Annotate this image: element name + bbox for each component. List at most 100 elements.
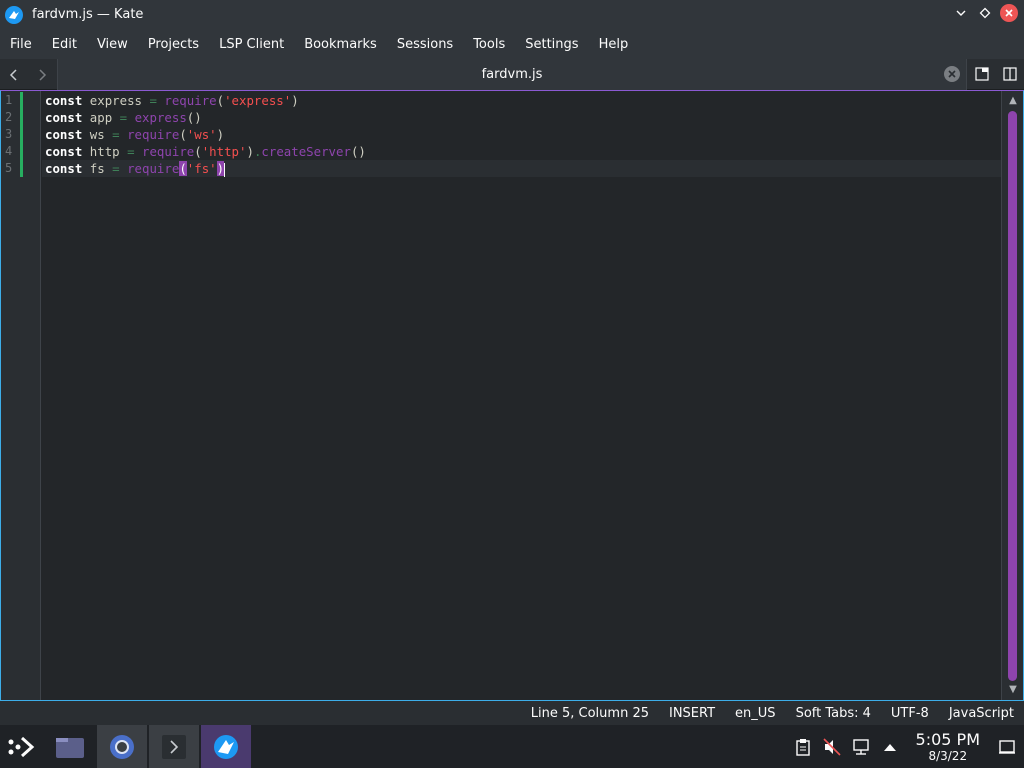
code-line[interactable]: const http = require('http').createServe…	[45, 143, 366, 160]
back-arrow-icon[interactable]	[4, 65, 24, 85]
encoding-selector[interactable]: UTF-8	[891, 706, 929, 721]
scrollbar-handle[interactable]	[1008, 111, 1017, 681]
menu-view[interactable]: View	[97, 37, 138, 52]
code-token: )	[246, 144, 254, 159]
volume-muted-icon[interactable]	[822, 737, 841, 756]
dictionary-selector[interactable]: en_US	[735, 706, 776, 721]
kate-icon	[214, 734, 238, 759]
menu-settings[interactable]: Settings	[525, 37, 588, 52]
code-token: =	[112, 161, 120, 176]
editor-view[interactable]: 1 2 3 4 5 const express = require('expre…	[0, 90, 1024, 701]
menu-file[interactable]: File	[10, 37, 42, 52]
code-token: express	[82, 93, 150, 108]
clipboard-icon[interactable]	[794, 738, 812, 756]
cursor-position[interactable]: Line 5, Column 25	[531, 706, 649, 721]
code-line[interactable]: const ws = require('ws')	[45, 126, 224, 143]
tab-fardvm-js[interactable]: fardvm.js	[57, 59, 967, 90]
code-line[interactable]: const app = express()	[45, 109, 202, 126]
menu-projects[interactable]: Projects	[148, 37, 209, 52]
maximize-button[interactable]	[976, 4, 994, 22]
menu-lsp-client[interactable]: LSP Client	[219, 37, 294, 52]
status-bar: Line 5, Column 25 INSERT en_US Soft Tabs…	[0, 701, 1024, 725]
close-button[interactable]	[1000, 4, 1018, 22]
code-token: require	[164, 93, 217, 108]
code-token: express	[134, 110, 187, 125]
tab-label: fardvm.js	[481, 67, 543, 82]
code-area[interactable]: const express = require('express') const…	[42, 91, 1001, 700]
code-token: const	[45, 110, 83, 125]
terminal-task[interactable]	[149, 725, 199, 768]
show-desktop-icon[interactable]	[998, 738, 1016, 756]
input-mode[interactable]: INSERT	[669, 706, 715, 721]
menu-bookmarks[interactable]: Bookmarks	[304, 37, 387, 52]
code-token: ()	[350, 144, 366, 159]
scroll-up-icon[interactable]: ▲	[1007, 95, 1019, 107]
window-title: fardvm.js — Kate	[32, 7, 144, 22]
menu-tools[interactable]: Tools	[473, 37, 515, 52]
code-token: =	[119, 110, 128, 125]
code-token: )	[291, 93, 299, 108]
code-token: const	[45, 161, 83, 176]
forward-arrow-icon[interactable]	[32, 65, 52, 85]
tab-bar: fardvm.js	[0, 59, 1024, 90]
menu-help[interactable]: Help	[599, 37, 639, 52]
code-token: (	[179, 127, 187, 142]
menu-sessions[interactable]: Sessions	[397, 37, 463, 52]
code-token: 'ws'	[186, 127, 217, 142]
code-token: )	[216, 161, 225, 176]
code-token: require	[142, 144, 195, 159]
code-token: (	[179, 161, 187, 176]
code-token: 'express'	[224, 93, 292, 108]
line-number: 1	[5, 93, 13, 107]
modified-line-marker	[20, 92, 23, 109]
code-token: createServer	[261, 144, 351, 159]
code-token: )	[216, 127, 225, 142]
code-token: (	[216, 93, 225, 108]
file-manager-task[interactable]	[45, 725, 95, 768]
modified-line-marker	[20, 160, 23, 177]
code-token: (	[194, 144, 202, 159]
chromium-task[interactable]	[97, 725, 147, 768]
minimize-button[interactable]	[952, 4, 970, 22]
split-view-icon[interactable]	[974, 66, 990, 82]
browser-icon	[110, 734, 134, 759]
code-token: const	[45, 127, 83, 142]
modified-line-marker	[20, 109, 23, 126]
terminal-icon	[162, 734, 186, 759]
line-number: 5	[5, 161, 13, 175]
modified-line-marker	[20, 143, 23, 160]
code-line[interactable]: const fs = require('fs')	[45, 160, 226, 177]
code-token: =	[149, 93, 157, 108]
code-token: ()	[186, 110, 202, 125]
text-cursor	[224, 162, 226, 177]
system-tray: 5:05 PM 8/3/22	[794, 725, 1024, 768]
tab-close-icon[interactable]	[944, 66, 960, 82]
code-line[interactable]: const express = require('express')	[45, 92, 299, 109]
scroll-down-icon[interactable]: ▼	[1007, 684, 1019, 696]
code-token: http	[82, 144, 128, 159]
code-token: const	[45, 93, 83, 108]
syntax-mode-selector[interactable]: JavaScript	[949, 706, 1014, 721]
clock-time: 5:05 PM	[915, 729, 980, 749]
app-launcher-icon[interactable]	[6, 733, 36, 761]
menu-edit[interactable]: Edit	[52, 37, 87, 52]
vertical-scrollbar[interactable]: ▲ ▼	[1001, 91, 1023, 700]
split-vertical-icon[interactable]	[1002, 66, 1018, 82]
code-token: const	[45, 144, 83, 159]
code-token: fs	[82, 161, 113, 176]
clock-date: 8/3/22	[928, 748, 968, 763]
kate-task[interactable]	[201, 725, 251, 768]
code-token: 'http'	[201, 144, 247, 159]
code-token: 'fs'	[186, 161, 217, 176]
line-number: 4	[5, 144, 13, 158]
digital-clock[interactable]: 5:05 PM 8/3/22	[915, 729, 980, 763]
taskbar: 5:05 PM 8/3/22	[0, 725, 1024, 768]
show-hidden-icons-arrow[interactable]	[881, 738, 899, 756]
line-number-gutter[interactable]: 1 2 3 4 5	[1, 91, 41, 700]
network-icon[interactable]	[852, 738, 870, 756]
kate-app-icon[interactable]	[5, 5, 23, 24]
indentation-settings[interactable]: Soft Tabs: 4	[796, 706, 871, 721]
